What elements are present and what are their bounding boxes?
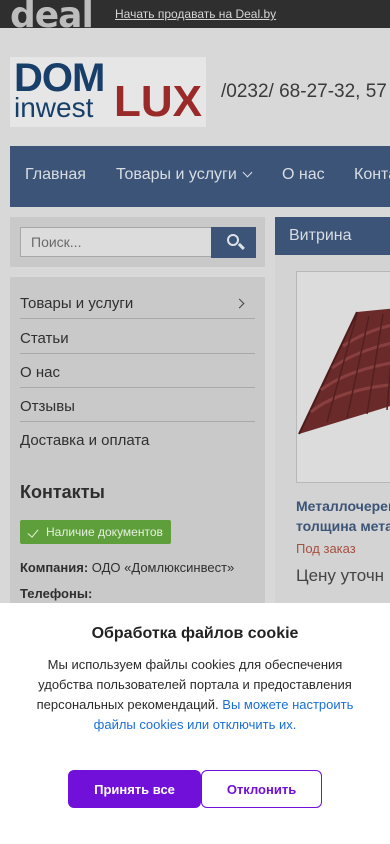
sidebar-item-about[interactable]: О нас [20,354,255,388]
product-title-line2: толщина мета [296,518,390,534]
logo-inwest-text: inwest [14,92,94,123]
phones-line: Телефоны: [20,586,92,601]
domlux-logo[interactable]: DOM inwest LUX [10,57,206,127]
main-nav: Главная Товары и услуги О нас Конта [10,146,390,207]
roof-tile-image [297,272,390,482]
sidebar: Товары и услуги Статьи О нас Отзывы Дост… [10,277,265,607]
cookie-text: Мы используем файлы cookies для обеспече… [30,655,360,735]
chevron-right-icon [234,298,245,309]
site-header: DOM inwest LUX /0232/ 68-27-32, 57 [0,28,390,146]
decline-button[interactable]: Отклонить [201,770,322,808]
cookie-banner: Обработка файлов cookie Мы используем фа… [0,603,390,844]
cookie-title: Обработка файлов cookie [91,625,299,642]
sidebar-item-reviews[interactable]: Отзывы [20,388,255,422]
nav-goods[interactable]: Товары и услуги [116,166,253,184]
availability-status: Под заказ [296,541,356,556]
sidebar-item-label: Статьи [20,330,69,347]
nav-home[interactable]: Главная [25,166,86,184]
top-bar: deal Начать продавать на Deal.by [0,0,390,36]
documents-badge-label: Наличие документов [46,525,163,539]
search-button[interactable] [211,227,256,258]
company-label: Компания: [20,560,89,575]
accept-all-button[interactable]: Принять все [68,770,201,808]
nav-goods-label: Товары и услуги [116,166,237,183]
sidebar-item-label: О нас [20,364,60,381]
sidebar-item-label: Отзывы [20,398,75,415]
phones-label: Телефоны: [20,586,93,601]
sidebar-item-label: Доставка и оплата [20,432,150,449]
search-input[interactable] [20,227,212,257]
company-line: Компания: ОДО «Домлюксинвест» [20,560,234,575]
sidebar-item-label: Товары и услуги [20,295,134,312]
product-image[interactable] [296,271,390,483]
sidebar-item-delivery[interactable]: Доставка и оплата [20,422,255,456]
sidebar-item-goods[interactable]: Товары и услуги [20,285,255,319]
sidebar-item-articles[interactable]: Статьи [20,320,255,354]
search-icon-handle [238,242,245,250]
product-price: Цену уточн [296,566,385,585]
company-value: ОДО «Домлюксинвест» [91,560,235,575]
nav-contacts[interactable]: Конта [354,166,390,184]
start-selling-link[interactable]: Начать продавать на Deal.by [115,7,276,21]
check-icon [27,526,39,538]
showcase-header: Витрина [275,217,390,255]
header-phone[interactable]: /0232/ 68-27-32, 57 [221,81,387,103]
documents-badge[interactable]: Наличие документов [20,520,171,544]
showcase-title: Витрина [289,227,352,244]
contacts-title: Контакты [20,482,105,502]
nav-about[interactable]: О нас [282,166,325,184]
logo-lux-text: LUX [114,77,202,126]
search-panel [10,217,265,267]
product-card[interactable]: Металлочерепи толщина мета Под заказ Цен… [275,255,390,615]
product-title[interactable]: Металлочерепи толщина мета [296,496,390,536]
chevron-down-icon [242,167,253,178]
product-title-line1: Металлочерепи [296,498,390,514]
